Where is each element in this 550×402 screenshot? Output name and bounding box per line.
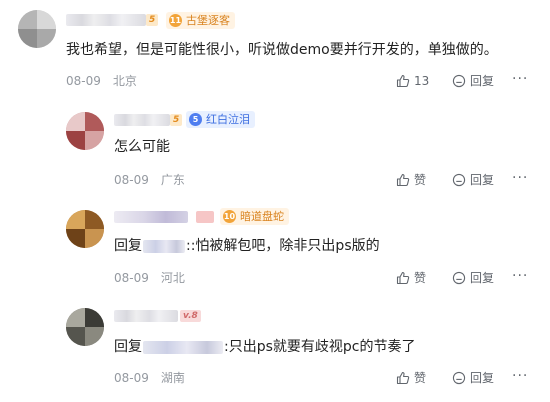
comment-text: 怎么可能 bbox=[114, 139, 170, 155]
comment-location: 北京 bbox=[112, 74, 137, 88]
fan-medal-label: 古堡逐客 bbox=[186, 14, 230, 27]
reply-button[interactable]: 回复 bbox=[452, 270, 494, 286]
username[interactable] bbox=[66, 14, 146, 26]
rank-badge-icon: 11 bbox=[169, 14, 182, 27]
reply-prefix: 回复 bbox=[114, 339, 142, 355]
rank-badge-icon: 5 bbox=[189, 113, 202, 126]
comment-meta: 08-09 北京 bbox=[66, 73, 137, 89]
comment-date: 08-09 bbox=[114, 271, 149, 285]
mentioned-user[interactable] bbox=[143, 239, 185, 253]
like-button[interactable]: 赞 bbox=[396, 370, 426, 386]
reply-button[interactable]: 回复 bbox=[452, 172, 494, 188]
more-dots-icon[interactable]: ··· bbox=[512, 170, 528, 186]
fan-medal-badge[interactable]: 10 暗道盘蛇 bbox=[220, 208, 289, 225]
comment-meta: 08-09 广东 bbox=[114, 172, 185, 188]
reply-label: 回复 bbox=[470, 173, 495, 187]
comment-text: 回复 :只出ps就要有歧视pc的节奏了 bbox=[114, 337, 415, 357]
mentioned-user[interactable] bbox=[143, 340, 223, 354]
thumb-up-icon bbox=[396, 371, 410, 385]
user-level-badge bbox=[196, 211, 214, 223]
username[interactable] bbox=[114, 310, 178, 322]
avatar[interactable] bbox=[66, 210, 104, 248]
like-button[interactable]: 赞 bbox=[396, 172, 426, 188]
reply-bubble-icon bbox=[452, 271, 466, 285]
reply-bubble-icon bbox=[452, 173, 466, 187]
fan-medal-badge[interactable]: 5 红白泣泪 bbox=[186, 111, 255, 128]
like-label: 赞 bbox=[414, 173, 427, 187]
comment-meta: 08-09 湖南 bbox=[114, 370, 185, 386]
more-dots-icon[interactable]: ··· bbox=[512, 268, 528, 284]
comment-2: 5 5 红白泣泪 怎么可能 08-09 广东 赞 回复 ··· bbox=[0, 100, 550, 200]
username[interactable] bbox=[114, 211, 188, 223]
comment-meta: 08-09 河北 bbox=[114, 270, 185, 286]
reply-button[interactable]: 回复 bbox=[452, 370, 494, 386]
comment-location: 河北 bbox=[160, 271, 185, 285]
comment-location: 湖南 bbox=[160, 371, 185, 385]
reply-label: 回复 bbox=[470, 74, 495, 88]
reply-label: 回复 bbox=[470, 371, 495, 385]
thumb-up-icon bbox=[396, 173, 410, 187]
user-level-badge: 5 bbox=[146, 14, 159, 26]
fan-medal-label: 红白泣泪 bbox=[206, 113, 250, 126]
more-dots-icon[interactable]: ··· bbox=[512, 368, 528, 384]
fan-medal-label: 暗道盘蛇 bbox=[240, 210, 284, 223]
comment-location: 广东 bbox=[160, 173, 185, 187]
username[interactable] bbox=[114, 114, 170, 126]
reply-label: 回复 bbox=[470, 271, 495, 285]
more-dots-icon[interactable]: ··· bbox=[512, 71, 528, 87]
like-label: 赞 bbox=[414, 271, 427, 285]
comment-3: 10 暗道盘蛇 回复::怕被解包吧，除非只出ps版的 08-09 河北 赞 回复 … bbox=[0, 200, 550, 300]
like-count: 13 bbox=[414, 74, 430, 88]
like-label: 赞 bbox=[414, 371, 427, 385]
comment-body: :只出ps就要有歧视pc的节奏了 bbox=[224, 339, 416, 355]
avatar[interactable] bbox=[18, 10, 56, 48]
comment-text: 回复::怕被解包吧，除非只出ps版的 bbox=[114, 236, 380, 256]
thumb-up-icon bbox=[396, 271, 410, 285]
reply-bubble-icon bbox=[452, 371, 466, 385]
comment-date: 08-09 bbox=[114, 173, 149, 187]
comment-thread: 5 11 古堡逐客 我也希望，但是可能性很小，听说做demo要并行开发的，单独做… bbox=[0, 0, 550, 402]
comment-date: 08-09 bbox=[114, 371, 149, 385]
user-level-badge: v.8 bbox=[180, 310, 201, 322]
reply-bubble-icon bbox=[452, 74, 466, 88]
rank-badge-icon: 10 bbox=[223, 210, 236, 223]
comment-date: 08-09 bbox=[66, 74, 101, 88]
avatar[interactable] bbox=[66, 308, 104, 346]
comment-1: 5 11 古堡逐客 我也希望，但是可能性很小，听说做demo要并行开发的，单独做… bbox=[0, 0, 550, 100]
comment-4: v.8 回复 :只出ps就要有歧视pc的节奏了 08-09 湖南 赞 回复 ··· bbox=[0, 300, 550, 402]
fan-medal-badge[interactable]: 11 古堡逐客 bbox=[166, 12, 235, 29]
reply-button[interactable]: 回复 bbox=[452, 73, 494, 89]
user-level-badge: 5 bbox=[170, 114, 183, 126]
thumb-up-icon bbox=[396, 74, 410, 88]
avatar[interactable] bbox=[66, 112, 104, 150]
comment-body: ::怕被解包吧，除非只出ps版的 bbox=[186, 238, 380, 254]
like-button[interactable]: 赞 bbox=[396, 270, 426, 286]
comment-text: 我也希望，但是可能性很小，听说做demo要并行开发的，单独做的。 bbox=[66, 42, 498, 58]
reply-prefix: 回复 bbox=[114, 238, 142, 254]
like-button[interactable]: 13 bbox=[396, 73, 429, 89]
